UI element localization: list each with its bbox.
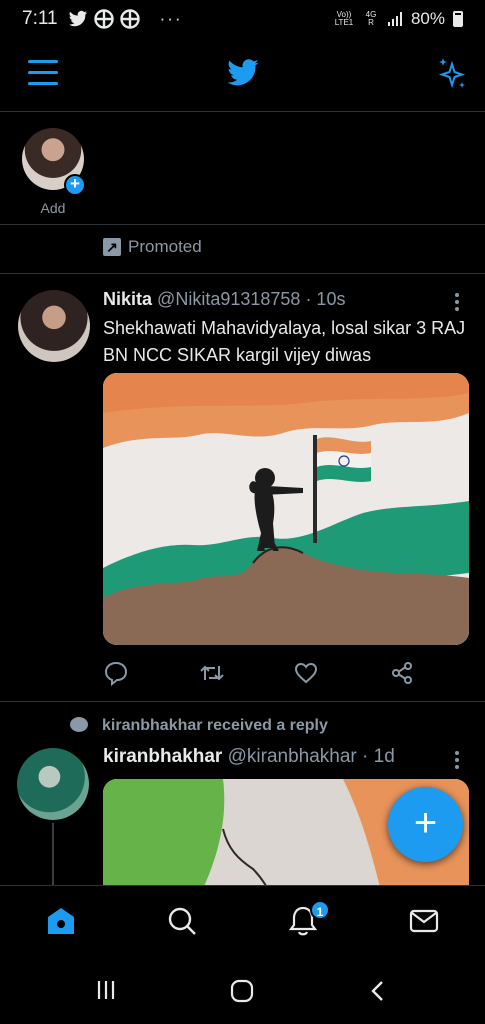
like-icon[interactable] bbox=[293, 660, 319, 686]
promoted-icon: ↗ bbox=[103, 238, 121, 256]
signal-strength-icon bbox=[387, 12, 402, 26]
notifications-badge: 1 bbox=[310, 900, 330, 920]
bottom-tab-bar: 1 bbox=[0, 885, 485, 957]
tweet-text: Shekhawati Mahavidyalaya, losal sikar 3 … bbox=[103, 318, 466, 365]
battery-icon bbox=[453, 11, 463, 27]
menu-button[interactable] bbox=[28, 60, 58, 88]
tweet-actions bbox=[103, 660, 469, 690]
reply-icon[interactable] bbox=[103, 660, 129, 686]
notification-icons: ··· bbox=[68, 9, 183, 29]
app-notification-icon-2 bbox=[119, 9, 140, 29]
tweet-author-name[interactable]: kiranbhakhar bbox=[103, 746, 222, 767]
system-navigation-bar bbox=[0, 957, 485, 1024]
twitter-logo-icon[interactable] bbox=[226, 58, 260, 88]
tweet[interactable]: Nikita @Nikita91318758 · 10s Shekhawati … bbox=[0, 275, 485, 702]
tweet-header: Nikita @Nikita91318758 · 10s bbox=[103, 289, 345, 310]
battery-percent: 80% bbox=[410, 9, 445, 28]
avatar[interactable] bbox=[17, 748, 89, 820]
app-notification-icon bbox=[93, 9, 114, 29]
add-fleet-plus-icon[interactable]: + bbox=[64, 174, 86, 196]
social-context: kiranbhakhar received a reply bbox=[70, 717, 328, 735]
recent-apps-icon[interactable] bbox=[95, 979, 117, 1001]
tweet-image[interactable] bbox=[103, 373, 469, 645]
avatar[interactable] bbox=[18, 290, 90, 362]
compose-tweet-button[interactable]: + bbox=[388, 787, 463, 862]
promoted-label: Promoted bbox=[128, 237, 202, 256]
reply-bubble-icon bbox=[70, 717, 88, 732]
tweet-author-handle[interactable]: @Nikita91318758 bbox=[157, 289, 300, 309]
fleets-bar: + Add bbox=[0, 112, 485, 225]
status-time: 7:11 bbox=[22, 8, 58, 29]
status-bar: 7:11 ··· Vo)) LTE1 4G R 80% bbox=[0, 0, 485, 38]
back-icon[interactable] bbox=[368, 979, 388, 1003]
menu-icon bbox=[28, 60, 58, 63]
more-notifications-icon: ··· bbox=[159, 9, 183, 28]
home-nav-icon[interactable] bbox=[230, 979, 254, 1003]
search-icon[interactable] bbox=[165, 904, 199, 938]
tweet-more-icon[interactable] bbox=[455, 293, 459, 314]
kargil-drawing-image bbox=[103, 373, 469, 645]
promoted-row[interactable]: ↗ Promoted bbox=[0, 226, 485, 274]
tweet-author-name[interactable]: Nikita bbox=[103, 289, 152, 309]
messages-icon[interactable] bbox=[407, 904, 441, 938]
fleet-add-label: Add bbox=[40, 200, 66, 216]
tweet-timestamp: · 10s bbox=[305, 289, 346, 309]
share-icon[interactable] bbox=[389, 660, 415, 686]
home-icon[interactable] bbox=[44, 904, 78, 938]
thread-line bbox=[52, 823, 54, 885]
tweet-header: kiranbhakhar @kiranbhakhar · 1d bbox=[103, 746, 395, 768]
network-type-indicator: 4G R bbox=[365, 10, 377, 27]
retweet-icon[interactable] bbox=[199, 660, 225, 686]
top-app-bar bbox=[0, 38, 485, 112]
plus-icon: + bbox=[413, 801, 438, 845]
sparkle-icon[interactable] bbox=[436, 56, 468, 90]
tweet-author-handle[interactable]: @kiranbhakhar bbox=[228, 746, 357, 767]
social-context-text: kiranbhakhar received a reply bbox=[102, 717, 328, 734]
volte-indicator: Vo)) LTE1 bbox=[334, 10, 354, 27]
tweet-timestamp: · 1d bbox=[362, 746, 395, 767]
twitter-notification-icon bbox=[68, 10, 87, 27]
tweet-more-icon[interactable] bbox=[455, 751, 459, 772]
